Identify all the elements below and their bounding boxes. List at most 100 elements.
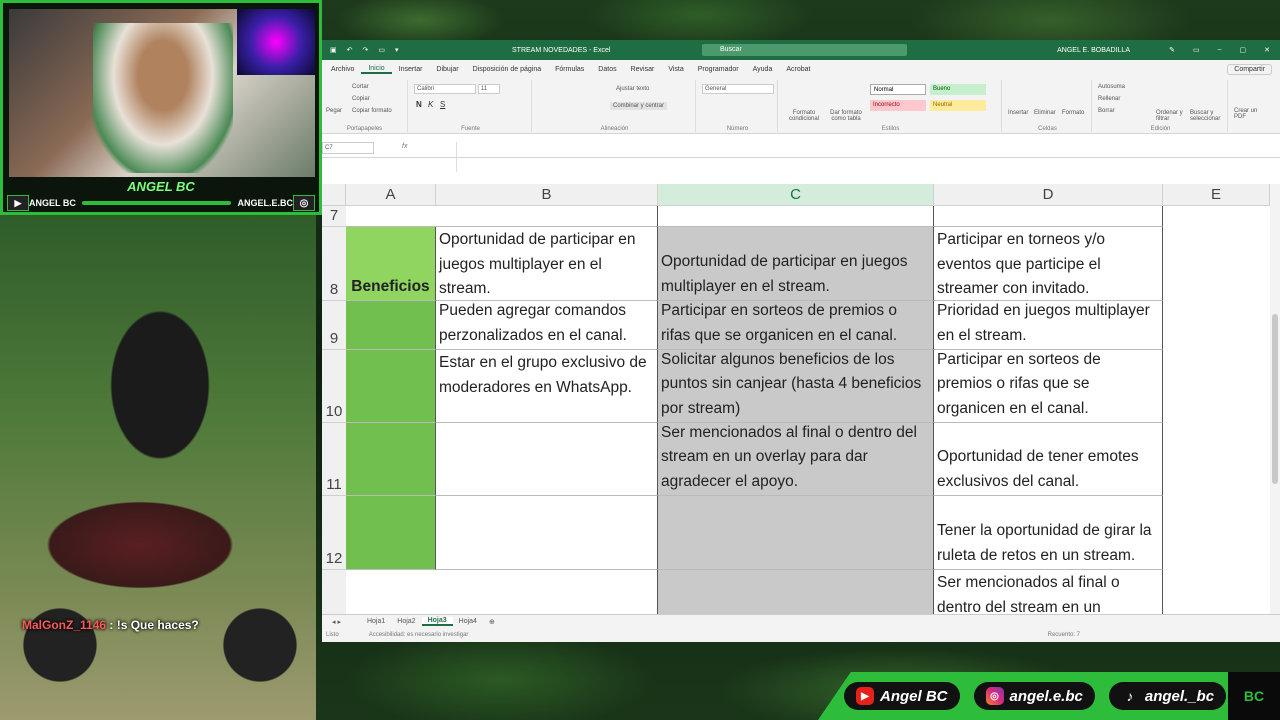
tab-programador[interactable]: Programador (691, 66, 746, 73)
cell-d9[interactable]: Prioridad en juegos multiplayer en el st… (934, 301, 1163, 350)
share-button[interactable]: Compartir (1227, 63, 1272, 75)
column-header-d[interactable]: D (934, 184, 1163, 206)
find-select-button[interactable]: Buscar y seleccionar (1190, 110, 1226, 122)
format-table-button[interactable]: Dar formato como tabla (826, 110, 866, 122)
cell-a10[interactable] (346, 350, 436, 423)
conditional-format-button[interactable]: Formato condicional (784, 110, 824, 122)
cell-c11[interactable]: Ser mencionados al final o dentro del st… (658, 423, 934, 496)
create-pdf-button[interactable]: Crear un PDF (1234, 108, 1264, 120)
row-header-12[interactable]: 12 (322, 496, 346, 570)
cell-b8[interactable]: Oportunidad de participar en juegos mult… (436, 227, 658, 301)
cell-d11[interactable]: Oportunidad de tener emotes exclusivos d… (934, 423, 1163, 496)
font-size-select[interactable]: 11 (478, 84, 500, 94)
tab-insertar[interactable]: Insertar (392, 66, 430, 73)
row-header-10[interactable]: 10 (322, 350, 346, 423)
cell-b12[interactable] (436, 496, 658, 570)
row-header-8[interactable]: 8 (322, 227, 346, 301)
tab-dibujar[interactable]: Dibujar (429, 66, 465, 73)
scroll-thumb[interactable] (1272, 314, 1278, 484)
cell-c7[interactable] (658, 206, 934, 227)
cell-b13[interactable] (436, 570, 658, 614)
underline-button[interactable]: S (440, 100, 445, 109)
pen-icon[interactable]: ✎ (1169, 46, 1175, 54)
cell-c10[interactable]: Solicitar algunos beneficios de los punt… (658, 350, 934, 423)
cell-a8[interactable]: Beneficios (346, 227, 436, 301)
row-header-7[interactable]: 7 (322, 206, 346, 227)
accessibility-status[interactable]: Accesibilidad: es necesario investigar (369, 632, 469, 638)
cell-a12[interactable] (346, 496, 436, 570)
style-bueno[interactable]: Bueno (930, 84, 986, 95)
cell-c13[interactable] (658, 570, 934, 614)
insert-cells-button[interactable]: Insertar (1008, 110, 1028, 116)
number-format-select[interactable]: General (702, 84, 774, 94)
sheet-tab-hoja2[interactable]: Hoja2 (391, 618, 421, 625)
bold-button[interactable]: N (416, 100, 422, 109)
cell-d10[interactable]: Participar en sorteos de premios o rifas… (934, 350, 1163, 423)
tab-datos[interactable]: Datos (591, 66, 623, 73)
row-header-13[interactable] (322, 570, 346, 614)
cell-c12[interactable] (658, 496, 934, 570)
tab-archivo[interactable]: Archivo (324, 66, 361, 73)
tab-vista[interactable]: Vista (661, 66, 690, 73)
tab-inicio[interactable]: Inicio (361, 65, 392, 74)
cell-b11[interactable] (436, 423, 658, 496)
cell-c9[interactable]: Participar en sorteos de premios o rifas… (658, 301, 934, 350)
tab-formulas[interactable]: Fórmulas (548, 66, 591, 73)
sheet-tab-hoja4[interactable]: Hoja4 (453, 618, 483, 625)
select-all-corner[interactable] (322, 184, 346, 206)
name-box[interactable]: C7 (322, 142, 374, 154)
column-header-e[interactable]: E (1163, 184, 1270, 206)
search-box[interactable]: Buscar (702, 44, 907, 56)
tab-ayuda[interactable]: Ayuda (746, 66, 780, 73)
cell-b7[interactable] (436, 206, 658, 227)
sort-filter-button[interactable]: Ordenar y filtrar (1156, 110, 1186, 122)
column-header-b[interactable]: B (436, 184, 658, 206)
add-sheet-icon[interactable]: ⊕ (483, 618, 501, 626)
maximize-button[interactable]: ▢ (1240, 46, 1247, 54)
style-neutral[interactable]: Neutral (930, 100, 986, 111)
cell-d7[interactable] (934, 206, 1163, 227)
cell-a11[interactable] (346, 423, 436, 496)
close-button[interactable]: ✕ (1264, 46, 1270, 54)
cell-b9[interactable]: Pueden agregar comandos perzonalizados e… (436, 301, 658, 350)
redo-icon[interactable]: ↷ (363, 46, 369, 54)
fx-icon[interactable]: fx (402, 143, 407, 150)
tab-revisar[interactable]: Revisar (624, 66, 662, 73)
undo-icon[interactable]: ↶ (347, 46, 353, 54)
cell-c8[interactable]: Oportunidad de participar en juegos mult… (658, 227, 934, 301)
delete-cells-button[interactable]: Eliminar (1034, 110, 1056, 116)
cell-a9[interactable] (346, 301, 436, 350)
sheet-nav-arrows[interactable]: ◂ ▸ (322, 618, 361, 626)
cell-a7[interactable] (346, 206, 436, 227)
sheet-tab-hoja1[interactable]: Hoja1 (361, 618, 391, 625)
wrap-text-button[interactable]: Ajustar texto (616, 86, 649, 92)
clear-button[interactable]: Borrar (1098, 108, 1115, 114)
cell-d8[interactable]: Participar en torneos y/o eventos que pa… (934, 227, 1163, 301)
vertical-scrollbar[interactable] (1270, 184, 1280, 614)
style-normal[interactable]: Normal (870, 84, 926, 95)
ribbon-display-icon[interactable]: ▭ (1193, 46, 1200, 54)
row-header-11[interactable]: 11 (322, 423, 346, 496)
paste-button[interactable]: Pegar (326, 108, 342, 114)
cell-a13[interactable] (346, 570, 436, 614)
column-header-c[interactable]: C (658, 184, 934, 206)
cell-d12[interactable]: Tener la oportunidad de girar la ruleta … (934, 496, 1163, 570)
style-incorrecto[interactable]: Incorrecto (870, 100, 926, 111)
customize-icon[interactable]: ▾ (395, 46, 399, 54)
new-file-icon[interactable]: ▭ (378, 46, 385, 54)
tab-disposicion[interactable]: Disposición de página (466, 66, 549, 73)
formula-input[interactable] (456, 142, 1270, 172)
cut-button[interactable]: Cortar (352, 84, 369, 90)
autosum-button[interactable]: Autosuma (1098, 84, 1125, 90)
format-cells-button[interactable]: Formato (1062, 110, 1084, 116)
tab-acrobat[interactable]: Acrobat (779, 66, 817, 73)
cell-b10[interactable]: Estar en el grupo exclusivo de moderador… (436, 350, 658, 423)
user-name[interactable]: ANGEL E. BOBADILLA (1057, 47, 1130, 54)
row-header-9[interactable]: 9 (322, 301, 346, 350)
save-icon[interactable]: ▣ (330, 46, 337, 54)
merge-center-button[interactable]: Combinar y centrar (610, 102, 668, 110)
sheet-tab-hoja3[interactable]: Hoja3 (421, 617, 453, 626)
copy-button[interactable]: Copiar (352, 96, 370, 102)
column-header-a[interactable]: A (346, 184, 436, 206)
minimize-button[interactable]: – (1218, 46, 1222, 54)
